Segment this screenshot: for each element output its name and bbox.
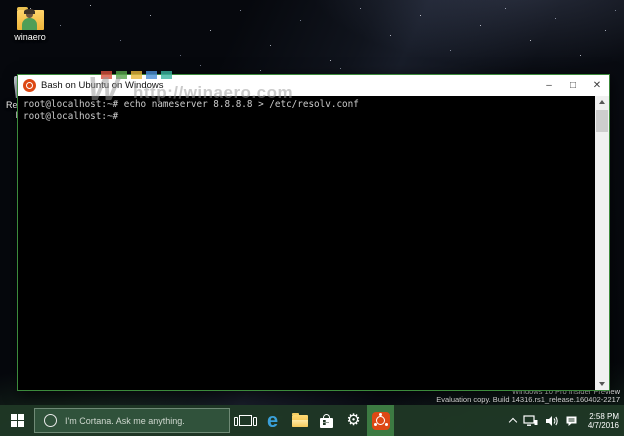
clock-date: 4/7/2016 xyxy=(587,420,619,430)
terminal-scrollbar[interactable] xyxy=(595,96,609,390)
gear-icon: ⚙ xyxy=(346,411,361,429)
triangle-down-icon xyxy=(599,382,605,386)
edge-taskbar-button[interactable]: e xyxy=(259,405,286,436)
minimize-button[interactable]: – xyxy=(537,75,561,96)
terminal-line: root@localhost:~# xyxy=(23,111,119,122)
start-button[interactable] xyxy=(0,405,34,436)
search-placeholder: I'm Cortana. Ask me anything. xyxy=(65,415,185,426)
system-tray: 2:58 PM 4/7/2016 xyxy=(508,412,624,430)
clock-time: 2:58 PM xyxy=(589,411,619,421)
task-view-icon xyxy=(234,415,257,426)
store-icon xyxy=(320,413,333,428)
edge-icon: e xyxy=(266,409,279,432)
tray-chevron-icon[interactable] xyxy=(508,417,518,426)
scroll-up-button[interactable] xyxy=(595,96,609,108)
window-titlebar[interactable]: Bash on Ubuntu on Windows – □ ✕ xyxy=(18,75,609,96)
folder-icon xyxy=(16,7,44,30)
desktop-icon-label: winaero xyxy=(14,32,46,42)
evaluation-line2: Evaluation copy. Build 14316.rs1_release… xyxy=(436,395,620,404)
maximize-button[interactable]: □ xyxy=(561,75,585,96)
task-view-button[interactable] xyxy=(232,405,259,436)
bash-console-window: Bash on Ubuntu on Windows – □ ✕ root@loc… xyxy=(17,74,610,391)
action-center-icon[interactable] xyxy=(565,415,578,427)
close-button[interactable]: ✕ xyxy=(585,75,609,96)
file-explorer-icon xyxy=(291,412,308,427)
desktop-icon-winaero[interactable]: winaero xyxy=(6,7,54,42)
ubuntu-icon xyxy=(371,411,390,430)
windows-logo-icon xyxy=(10,414,24,427)
store-taskbar-button[interactable] xyxy=(313,405,340,436)
terminal-line: root@localhost:~# echo nameserver 8.8.8.… xyxy=(23,99,359,110)
scrollbar-thumb[interactable] xyxy=(596,110,608,132)
taskbar-clock[interactable]: 2:58 PM 4/7/2016 xyxy=(588,412,619,430)
window-title: Bash on Ubuntu on Windows xyxy=(41,80,164,91)
settings-taskbar-button[interactable]: ⚙ xyxy=(340,405,367,436)
network-icon[interactable] xyxy=(523,414,538,427)
starfield-layer xyxy=(0,0,1,1)
scroll-down-button[interactable] xyxy=(595,378,609,390)
cortana-icon xyxy=(44,414,57,427)
volume-icon[interactable] xyxy=(545,415,558,427)
ubuntu-window-icon xyxy=(23,79,36,92)
desktop: winaero ♻ Recycle Bin Windows 10 Pro Ins… xyxy=(0,0,624,436)
file-explorer-taskbar-button[interactable] xyxy=(286,405,313,436)
cortana-search-input[interactable]: I'm Cortana. Ask me anything. xyxy=(34,408,230,433)
terminal-content[interactable]: root@localhost:~# echo nameserver 8.8.8.… xyxy=(18,96,595,390)
taskbar: I'm Cortana. Ask me anything. e ⚙ 2:58 P… xyxy=(0,405,624,436)
triangle-up-icon xyxy=(599,100,605,104)
ubuntu-taskbar-button-active[interactable] xyxy=(367,405,394,436)
